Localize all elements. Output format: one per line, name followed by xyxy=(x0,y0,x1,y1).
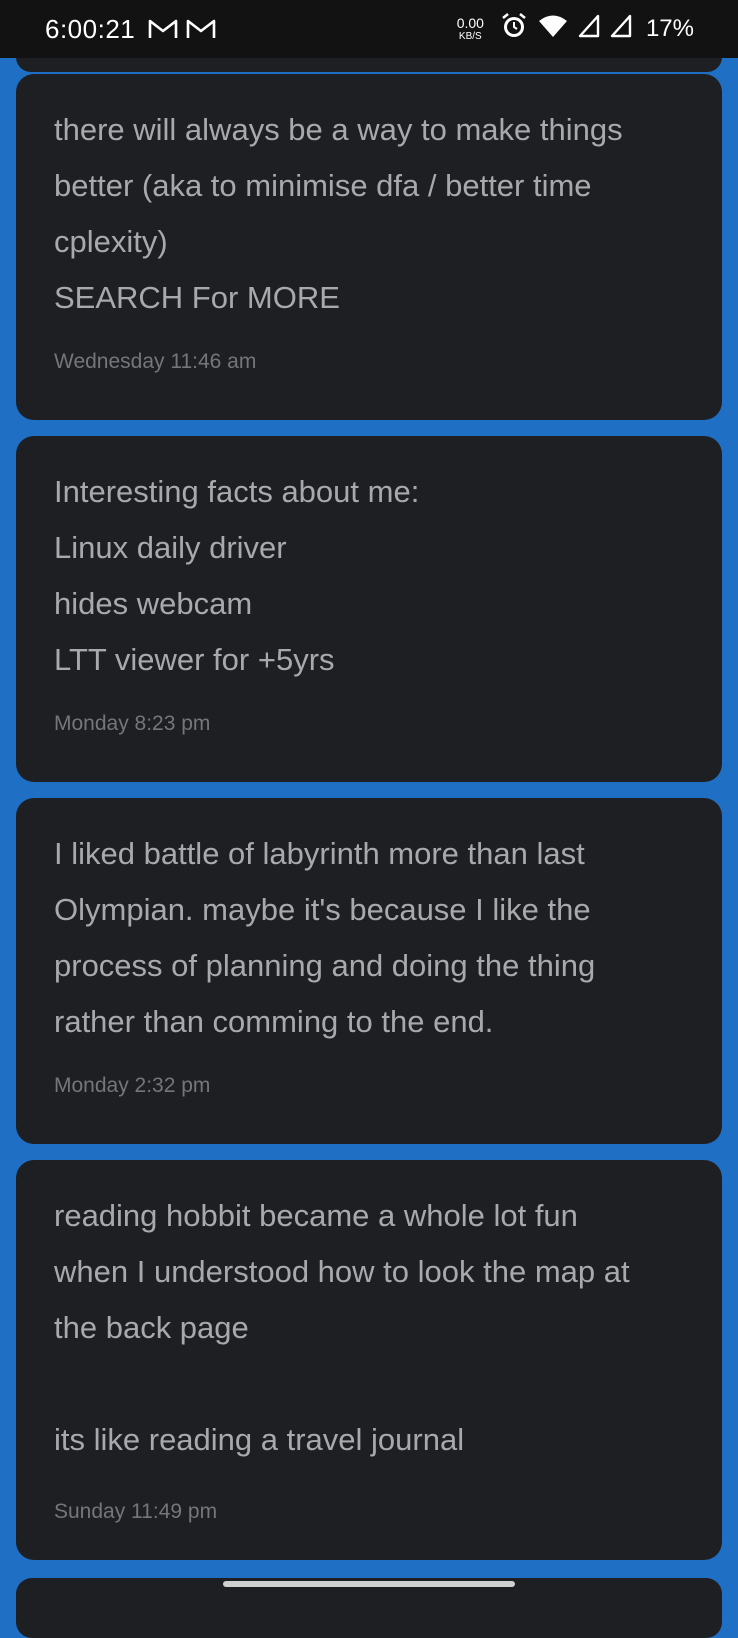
net-speed-unit: KB/S xyxy=(458,30,482,42)
status-bar: 6:00:21 0.00 KB/S 17% xyxy=(0,0,738,58)
wifi-icon xyxy=(538,14,568,43)
note-text-line: hides webcam xyxy=(54,586,253,621)
note-blank-line xyxy=(54,1356,684,1412)
note-text-line: Linux daily driver xyxy=(54,530,287,565)
note-text-line: the back page xyxy=(54,1310,249,1345)
net-speed-value: 0.00 xyxy=(456,14,484,31)
status-right: 0.00 KB/S 17% xyxy=(457,12,694,45)
note-text-line: rather than comming to the end. xyxy=(54,1004,494,1039)
note-card[interactable]: Interesting facts about me: Linux daily … xyxy=(16,436,722,782)
notification-icons xyxy=(148,18,216,45)
note-card[interactable]: reading hobbit became a whole lot fun wh… xyxy=(16,1160,722,1560)
gmail-icon xyxy=(186,18,216,45)
gesture-nav-handle[interactable] xyxy=(223,1581,515,1587)
net-speed: 0.00 KB/S xyxy=(457,16,484,42)
battery-level: 17% xyxy=(645,14,694,42)
note-text-line: there will always be a way to make thing… xyxy=(54,112,623,147)
cell-signal-icon xyxy=(578,14,600,43)
note-text-line: LTT viewer for +5yrs xyxy=(54,642,335,677)
note-timestamp: Sunday 11:49 pm xyxy=(54,1500,218,1523)
note-text-line: when I understood how to look the map at xyxy=(54,1254,630,1289)
note-text-line: its like reading a travel journal xyxy=(54,1422,465,1457)
note-text-line: cplexity) xyxy=(54,224,168,259)
note-text-line: reading hobbit became a whole lot fun xyxy=(54,1198,578,1233)
cell-signal-icon xyxy=(610,14,632,43)
gmail-icon xyxy=(148,18,178,45)
note-timestamp: Wednesday 11:46 am xyxy=(54,350,257,373)
note-timestamp: Monday 2:32 pm xyxy=(54,1074,211,1097)
note-timestamp: Monday 8:23 pm xyxy=(54,712,211,735)
alarm-icon xyxy=(500,12,528,45)
note-text-line: Olympian. maybe it's because I like the xyxy=(54,892,591,927)
note-card[interactable]: I liked battle of labyrinth more than la… xyxy=(16,798,722,1144)
note-card[interactable]: there will always be a way to make thing… xyxy=(16,74,722,420)
note-card-partial-bottom[interactable] xyxy=(16,1578,722,1638)
status-time: 6:00:21 xyxy=(45,14,136,44)
note-text-line: I liked battle of labyrinth more than la… xyxy=(54,836,585,871)
note-text-line: process of planning and doing the thing xyxy=(54,948,596,983)
note-text-line: Interesting facts about me: xyxy=(54,474,420,509)
note-text-line: better (aka to minimise dfa / better tim… xyxy=(54,168,592,203)
note-text-line: SEARCH For MORE xyxy=(54,280,340,315)
